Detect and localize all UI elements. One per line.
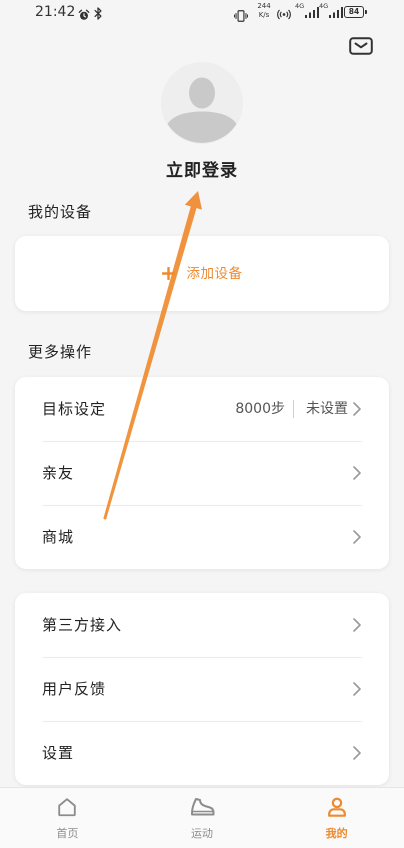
list-item-friends[interactable]: 亲友 <box>15 441 389 505</box>
list-item-label: 用户反馈 <box>42 680 107 698</box>
list-item-third-party[interactable]: 第三方接入 <box>15 593 389 657</box>
chevron-right-icon <box>353 682 361 696</box>
goal-steps-value: 8000步 <box>235 401 285 417</box>
bottom-nav: 首页 运动 我的 <box>0 787 404 848</box>
vibrate-icon <box>233 7 249 26</box>
tab-home[interactable]: 首页 <box>0 788 135 848</box>
hotspot-icon <box>277 6 291 25</box>
list-item-label: 目标设定 <box>42 400 107 418</box>
tab-label: 运动 <box>191 827 213 840</box>
network-speed: 244 K/s <box>256 2 272 19</box>
home-icon <box>58 798 77 817</box>
bluetooth-icon <box>94 5 102 24</box>
login-button[interactable]: 立即登录 <box>0 159 404 183</box>
tab-label: 首页 <box>56 827 79 840</box>
goal-status: 未设置 <box>306 401 348 417</box>
settings-card: 第三方接入 用户反馈 设置 <box>15 593 389 785</box>
tab-me[interactable]: 我的 <box>269 788 404 848</box>
chevron-right-icon <box>353 402 361 416</box>
tab-label: 我的 <box>325 827 348 840</box>
signal-icon <box>305 3 320 22</box>
list-item-label: 亲友 <box>42 464 75 482</box>
battery-icon: 84 <box>344 6 367 18</box>
chevron-right-icon <box>353 530 361 544</box>
chevron-right-icon <box>353 746 361 760</box>
alarm-icon <box>78 6 90 25</box>
signal-2-label: 4G <box>319 2 329 10</box>
shoe-icon <box>191 798 215 816</box>
status-bar: 21:42 244 K/s 4G 4G 84 <box>0 0 404 26</box>
section-title-devices: 我的设备 <box>28 203 93 221</box>
clock-time: 21:42 <box>35 4 76 20</box>
list-item-goal-setting[interactable]: 目标设定 8000步 未设置 <box>15 377 389 441</box>
list-item-label: 第三方接入 <box>42 616 123 634</box>
user-icon <box>327 797 346 817</box>
default-avatar-icon <box>161 62 243 144</box>
mail-icon[interactable] <box>349 37 373 55</box>
add-device-button[interactable]: 添加设备 <box>161 265 243 283</box>
list-item-label: 设置 <box>42 744 75 762</box>
list-item-store[interactable]: 商城 <box>15 505 389 569</box>
tab-sport[interactable]: 运动 <box>135 788 270 848</box>
signal-1-label: 4G <box>295 2 305 10</box>
section-title-more: 更多操作 <box>28 343 93 361</box>
network-speed-unit: K/s <box>258 10 270 19</box>
list-item-label: 商城 <box>42 528 75 546</box>
chevron-right-icon <box>353 466 361 480</box>
signal-2: 4G <box>319 2 344 22</box>
avatar[interactable] <box>161 62 243 144</box>
list-item-feedback[interactable]: 用户反馈 <box>15 657 389 721</box>
network-speed-value: 244 <box>257 2 271 10</box>
signal-icon <box>329 3 344 22</box>
chevron-right-icon <box>353 618 361 632</box>
plus-icon <box>161 267 175 280</box>
divider <box>293 400 294 418</box>
more-actions-card: 目标设定 8000步 未设置 亲友 商城 <box>15 377 389 569</box>
devices-card: 添加设备 <box>15 236 389 311</box>
signal-1: 4G <box>295 2 320 22</box>
add-device-label: 添加设备 <box>186 265 243 282</box>
list-item-settings[interactable]: 设置 <box>15 721 389 785</box>
